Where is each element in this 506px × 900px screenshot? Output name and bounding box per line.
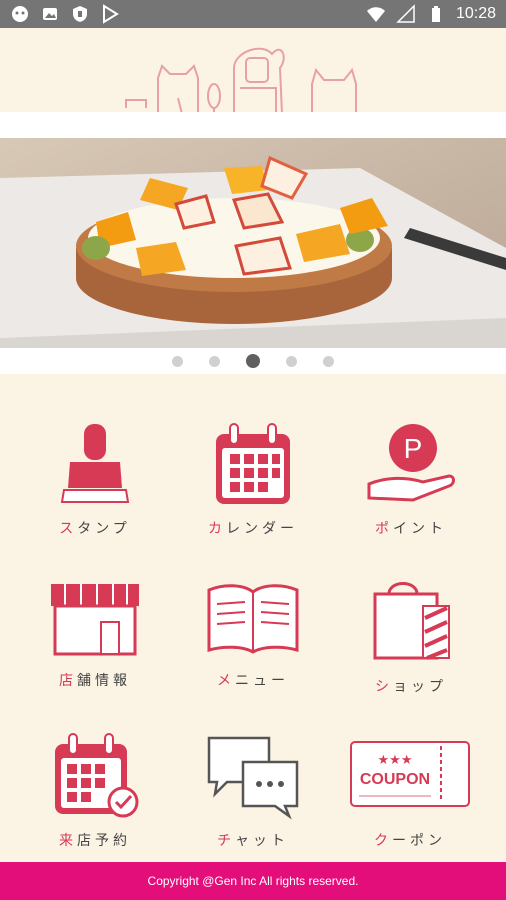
coupon-stars: ★★★	[378, 752, 413, 767]
menu-item-menu[interactable]: メニュー	[178, 576, 328, 690]
point-letter: P	[404, 433, 423, 464]
menu-item-shop[interactable]: ショップ	[336, 576, 486, 696]
menu-label-stamp: スタンプ	[59, 521, 131, 537]
menu-item-stamp[interactable]: スタンプ	[20, 418, 170, 538]
menu-label-coupon: クーポン	[374, 833, 446, 849]
carousel-dot[interactable]	[323, 355, 334, 367]
stamp-icon	[60, 424, 130, 503]
chat-bubbles-icon	[207, 736, 299, 820]
calendar-icon	[216, 423, 290, 504]
image-notification-icon	[43, 8, 57, 20]
carousel-dot[interactable]	[209, 355, 220, 367]
store-icon	[51, 584, 139, 656]
reservation-calendar-icon	[55, 733, 139, 818]
coupon-text: COUPON	[360, 771, 430, 788]
fruit-tart-image	[0, 138, 506, 348]
menu-label-chat: チャット	[217, 833, 289, 849]
coupon-icon: ★★★ COUPON	[350, 741, 470, 807]
menu-item-point[interactable]: P ポイント	[336, 418, 486, 538]
carousel-dot-active[interactable]	[246, 354, 260, 368]
banner-carousel[interactable]	[0, 138, 506, 348]
play-store-icon	[103, 4, 119, 24]
shopping-bag-icon	[373, 582, 450, 660]
cats-and-chef-illustration	[125, 47, 357, 116]
shield-notification-icon	[73, 6, 87, 22]
footer-copyright: Copyright @Gen Inc All rights reserved.	[0, 862, 506, 900]
menu-item-calendar[interactable]: カレンダー	[178, 418, 328, 538]
menu-label-reservation: 来店予約	[59, 833, 131, 849]
menu-label-shop: ショップ	[375, 679, 447, 695]
header-illustration	[0, 28, 506, 116]
menu-label-point: ポイント	[375, 521, 447, 537]
wifi-icon	[366, 7, 385, 22]
carousel-indicator[interactable]	[0, 348, 506, 374]
carousel-dot[interactable]	[172, 355, 183, 367]
menu-label-calendar: カレンダー	[208, 521, 298, 537]
open-book-icon	[207, 584, 299, 654]
header-strip	[0, 112, 506, 138]
menu-item-chat[interactable]: チャット	[178, 730, 328, 850]
carousel-dot[interactable]	[286, 355, 297, 367]
status-time: 10:28	[455, 5, 496, 22]
app-notification-icon	[12, 6, 28, 22]
menu-grid: スタンプ カレンダー P ポイント 店舗情報 メニュー ショップ 来店予約 チャ…	[0, 374, 506, 862]
menu-label-store-info: 店舗情報	[59, 673, 131, 689]
status-bar: 10:28	[0, 0, 506, 28]
battery-icon	[431, 6, 440, 22]
menu-item-reservation[interactable]: 来店予約	[20, 730, 170, 850]
point-icon: P	[367, 424, 455, 502]
menu-item-store-info[interactable]: 店舗情報	[20, 576, 170, 690]
signal-off-icon	[396, 4, 415, 23]
menu-label-menu: メニュー	[217, 673, 289, 689]
menu-item-coupon[interactable]: ★★★ COUPON クーポン	[330, 730, 490, 850]
